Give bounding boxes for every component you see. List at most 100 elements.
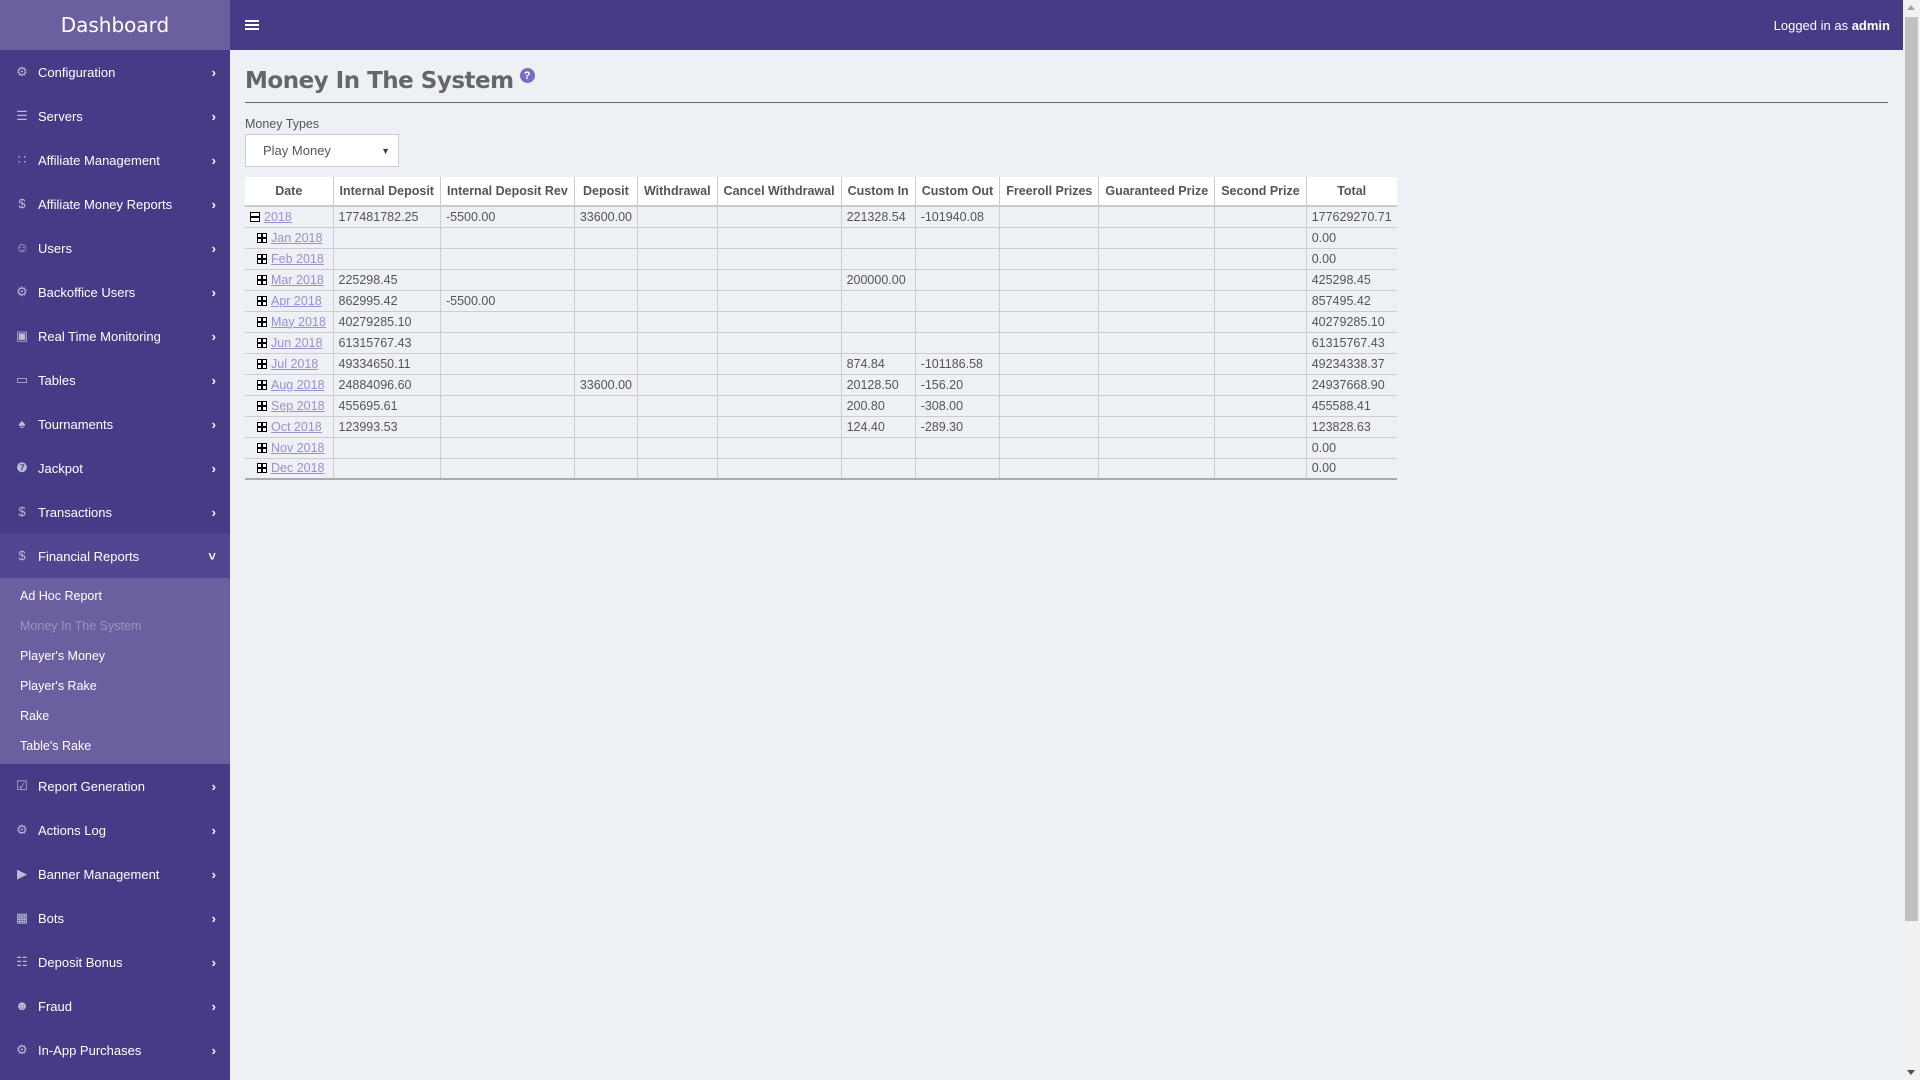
monitor-icon: ▣	[15, 328, 29, 343]
submenu-item-money-in-the-system[interactable]: Money In The System	[0, 611, 230, 641]
sidebar-item-affiliate-management[interactable]: ∷ Affiliate Management ›	[0, 138, 230, 182]
submenu-item-ad-hoc-report[interactable]: Ad Hoc Report	[0, 581, 230, 611]
cell-guaranteed-prize	[1098, 437, 1215, 459]
cell-deposit	[573, 437, 638, 459]
cell-internal-deposit: 177481782.25	[332, 206, 441, 228]
help-icon[interactable]: ?	[519, 68, 535, 83]
sidebar-item-fraud[interactable]: ☻ Fraud ›	[0, 984, 230, 1028]
expand-icon[interactable]	[257, 379, 267, 390]
page-title: Money In The System	[245, 68, 514, 94]
expand-icon[interactable]	[257, 316, 267, 327]
expand-icon[interactable]	[257, 442, 267, 453]
expand-icon[interactable]	[257, 274, 267, 285]
cell-withdrawal	[636, 311, 718, 333]
sidebar-item-backoffice-users[interactable]: ⚙ Backoffice Users ›	[0, 270, 230, 314]
date-link[interactable]: Jul 2018	[271, 357, 318, 371]
sidebar-item-tournaments[interactable]: ♠ Tournaments ›	[0, 402, 230, 446]
cell-internal-deposit-rev	[439, 416, 575, 438]
cell-internal-deposit	[332, 458, 441, 480]
cell-total: 857495.42	[1305, 290, 1397, 312]
cell-guaranteed-prize	[1098, 332, 1215, 354]
sidebar-item-transactions[interactable]: $ Transactions ›	[0, 490, 230, 534]
cell-deposit: 33600.00	[573, 206, 638, 228]
date-link[interactable]: Jan 2018	[271, 231, 322, 245]
sidebar-item-actions-log[interactable]: ⚙ Actions Log ›	[0, 808, 230, 852]
date-link[interactable]: Jun 2018	[271, 336, 322, 350]
submenu-item-player-s-rake[interactable]: Player's Rake	[0, 671, 230, 701]
submenu-item-table-s-rake[interactable]: Table's Rake	[0, 731, 230, 761]
table-row: Nov 2018 0.00	[245, 437, 1397, 459]
date-cell: Oct 2018	[245, 416, 333, 438]
money-table: Date Internal Deposit Internal Deposit Rev…	[245, 177, 1397, 480]
sidebar-item-configuration[interactable]: ⚙ Configuration ›	[0, 50, 230, 94]
cell-custom-out: -156.20	[914, 374, 1000, 396]
expand-icon[interactable]	[257, 400, 267, 411]
date-cell: Apr 2018	[245, 290, 333, 312]
top-bar: Logged in as admin	[230, 0, 1920, 50]
cell-cancel-withdrawal	[716, 437, 842, 459]
sidebar-item-affiliate-money-reports[interactable]: $ Affiliate Money Reports ›	[0, 182, 230, 226]
collapse-icon[interactable]	[250, 211, 260, 222]
cell-total: 123828.63	[1305, 416, 1397, 438]
page-scrollbar[interactable]	[1903, 0, 1920, 1080]
date-link[interactable]: Dec 2018	[271, 461, 325, 475]
date-cell: Mar 2018	[245, 269, 333, 291]
date-link[interactable]: May 2018	[271, 315, 326, 329]
submenu-item-rake[interactable]: Rake	[0, 701, 230, 731]
date-link[interactable]: Oct 2018	[271, 420, 322, 434]
date-link[interactable]: 2018	[264, 210, 292, 224]
date-link[interactable]: Nov 2018	[271, 441, 325, 455]
brand-title[interactable]: Dashboard	[0, 0, 230, 50]
table-row: Oct 2018 123993.53 124.40 -289.30 123828.63	[245, 416, 1397, 438]
expand-icon[interactable]	[257, 337, 267, 348]
sidebar-item-bots[interactable]: ▦ Bots ›	[0, 896, 230, 940]
scroll-thumb[interactable]	[1905, 17, 1918, 921]
sidebar-item-banner-management[interactable]: ▶ Banner Management ›	[0, 852, 230, 896]
date-link[interactable]: Aug 2018	[271, 378, 325, 392]
date-link[interactable]: Sep 2018	[271, 399, 325, 413]
sidebar-item-report-generation[interactable]: ☑ Report Generation ›	[0, 764, 230, 808]
cell-guaranteed-prize	[1098, 206, 1215, 228]
chevron-right-icon: ›	[211, 328, 216, 344]
sidebar-item-tables[interactable]: ▭ Tables ›	[0, 358, 230, 402]
expand-icon[interactable]	[257, 232, 267, 243]
expand-icon[interactable]	[257, 463, 267, 474]
cell-guaranteed-prize	[1098, 416, 1215, 438]
sidebar-item-label: Tables	[38, 372, 76, 388]
cell-guaranteed-prize	[1098, 374, 1215, 396]
date-link[interactable]: Mar 2018	[271, 273, 324, 287]
money-types-select[interactable]: Play Money ▼	[245, 134, 399, 167]
sidebar-item-jackpot[interactable]: ❼ Jackpot ›	[0, 446, 230, 490]
cell-guaranteed-prize	[1098, 311, 1215, 333]
expand-icon[interactable]	[257, 253, 267, 264]
expand-icon[interactable]	[257, 421, 267, 432]
sidebar-item-real-time-monitoring[interactable]: ▣ Real Time Monitoring ›	[0, 314, 230, 358]
cell-internal-deposit-rev	[439, 227, 575, 249]
cell-deposit	[573, 332, 638, 354]
scroll-up-icon[interactable]	[1907, 5, 1915, 10]
sidebar-item-deposit-bonus[interactable]: ☷ Deposit Bonus ›	[0, 940, 230, 984]
gift-icon: ☷	[16, 954, 28, 969]
expand-icon[interactable]	[257, 295, 267, 306]
cell-deposit	[573, 353, 638, 375]
chevron-right-icon: ›	[211, 504, 216, 520]
dropdown-caret-icon: ▼	[381, 145, 390, 156]
report-icon: ☑	[16, 778, 28, 793]
expand-icon[interactable]	[257, 358, 267, 369]
scroll-down-icon[interactable]	[1907, 1070, 1915, 1075]
cell-guaranteed-prize	[1098, 269, 1215, 291]
sidebar-item-in-app-purchases[interactable]: ⚙ In-App Purchases ›	[0, 1028, 230, 1072]
sidebar-item-users[interactable]: ☺ Users ›	[0, 226, 230, 270]
date-cell-content: Jul 2018	[250, 357, 328, 371]
cell-second-prize	[1214, 269, 1307, 291]
sidebar-item-financial-reports[interactable]: $ Financial Reports ˅	[0, 534, 230, 578]
menu-toggle-icon[interactable]	[245, 18, 259, 32]
username: admin	[1851, 17, 1890, 33]
cell-freeroll-prizes	[999, 395, 1099, 417]
submenu-item-player-s-money[interactable]: Player's Money	[0, 641, 230, 671]
sidebar-item-servers[interactable]: ☰ Servers ›	[0, 94, 230, 138]
chevron-right-icon: ›	[211, 822, 216, 838]
date-link[interactable]: Apr 2018	[271, 294, 322, 308]
cell-freeroll-prizes	[999, 332, 1099, 354]
date-link[interactable]: Feb 2018	[271, 252, 324, 266]
